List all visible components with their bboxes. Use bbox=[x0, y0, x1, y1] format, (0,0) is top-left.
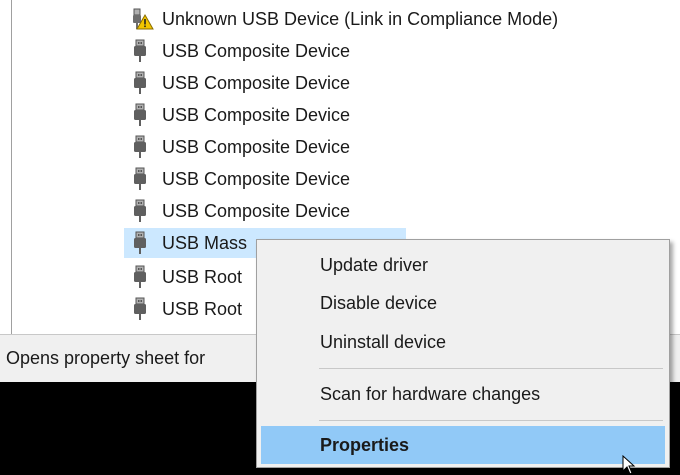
tree-item-label: USB Composite Device bbox=[162, 136, 351, 157]
tree-item-label: Unknown USB Device (Link in Compliance M… bbox=[162, 8, 559, 29]
mouse-cursor-icon bbox=[622, 455, 636, 475]
tree-item-label: USB Root bbox=[162, 266, 243, 287]
usb-plug-icon bbox=[134, 199, 146, 222]
menu-item-disable-device[interactable]: Disable device bbox=[261, 284, 665, 322]
tree-item-label: USB Composite Device bbox=[162, 40, 351, 61]
usb-plug-icon bbox=[134, 39, 146, 62]
menu-separator bbox=[319, 420, 663, 421]
tree-item-usb-composite-device[interactable]: USB Composite Device bbox=[124, 68, 350, 98]
menu-item-label: Properties bbox=[320, 434, 410, 455]
usb-plug-icon bbox=[134, 297, 146, 320]
tree-item-usb-composite-device[interactable]: USB Composite Device bbox=[124, 164, 350, 194]
menu-item-scan-for-hardware-changes[interactable]: Scan for hardware changes bbox=[261, 375, 665, 413]
menu-item-label: Scan for hardware changes bbox=[320, 383, 541, 404]
tree-item-usb-composite-device[interactable]: USB Composite Device bbox=[124, 100, 350, 130]
context-menu: Update driver Disable device Uninstall d… bbox=[256, 239, 670, 468]
menu-separator bbox=[319, 368, 663, 369]
tree-item-unknown-usb-device[interactable]: Unknown USB Device (Link in Compliance M… bbox=[124, 4, 558, 34]
tree-item-label: USB Composite Device bbox=[162, 200, 351, 221]
tree-item-usb-root-hub[interactable]: USB Root bbox=[124, 294, 242, 324]
menu-item-label: Uninstall device bbox=[320, 331, 447, 352]
tree-item-label: USB Mass bbox=[162, 232, 248, 253]
tree-border bbox=[11, 0, 12, 334]
tree-item-label: USB Root bbox=[162, 298, 243, 319]
menu-item-label: Update driver bbox=[320, 254, 429, 275]
usb-plug-icon bbox=[134, 103, 146, 126]
usb-plug-icon bbox=[134, 167, 146, 190]
menu-item-label: Disable device bbox=[320, 292, 438, 313]
status-text: Opens property sheet for bbox=[6, 348, 206, 368]
tree-item-label: USB Composite Device bbox=[162, 104, 351, 125]
tree-item-label: USB Composite Device bbox=[162, 168, 351, 189]
usb-plug-icon bbox=[134, 135, 146, 158]
usb-plug-icon bbox=[134, 71, 146, 94]
tree-item-usb-composite-device[interactable]: USB Composite Device bbox=[124, 36, 350, 66]
tree-item-usb-composite-device[interactable]: USB Composite Device bbox=[124, 196, 350, 226]
menu-item-uninstall-device[interactable]: Uninstall device bbox=[261, 323, 665, 361]
tree-item-usb-root-hub[interactable]: USB Root bbox=[124, 262, 242, 292]
usb-warning-icon bbox=[133, 8, 154, 30]
menu-item-update-driver[interactable]: Update driver bbox=[261, 246, 665, 284]
usb-plug-icon bbox=[134, 231, 146, 254]
tree-item-usb-composite-device[interactable]: USB Composite Device bbox=[124, 132, 350, 162]
tree-item-label: USB Composite Device bbox=[162, 72, 351, 93]
usb-plug-icon bbox=[134, 265, 146, 288]
menu-item-properties[interactable]: Properties bbox=[261, 426, 665, 464]
